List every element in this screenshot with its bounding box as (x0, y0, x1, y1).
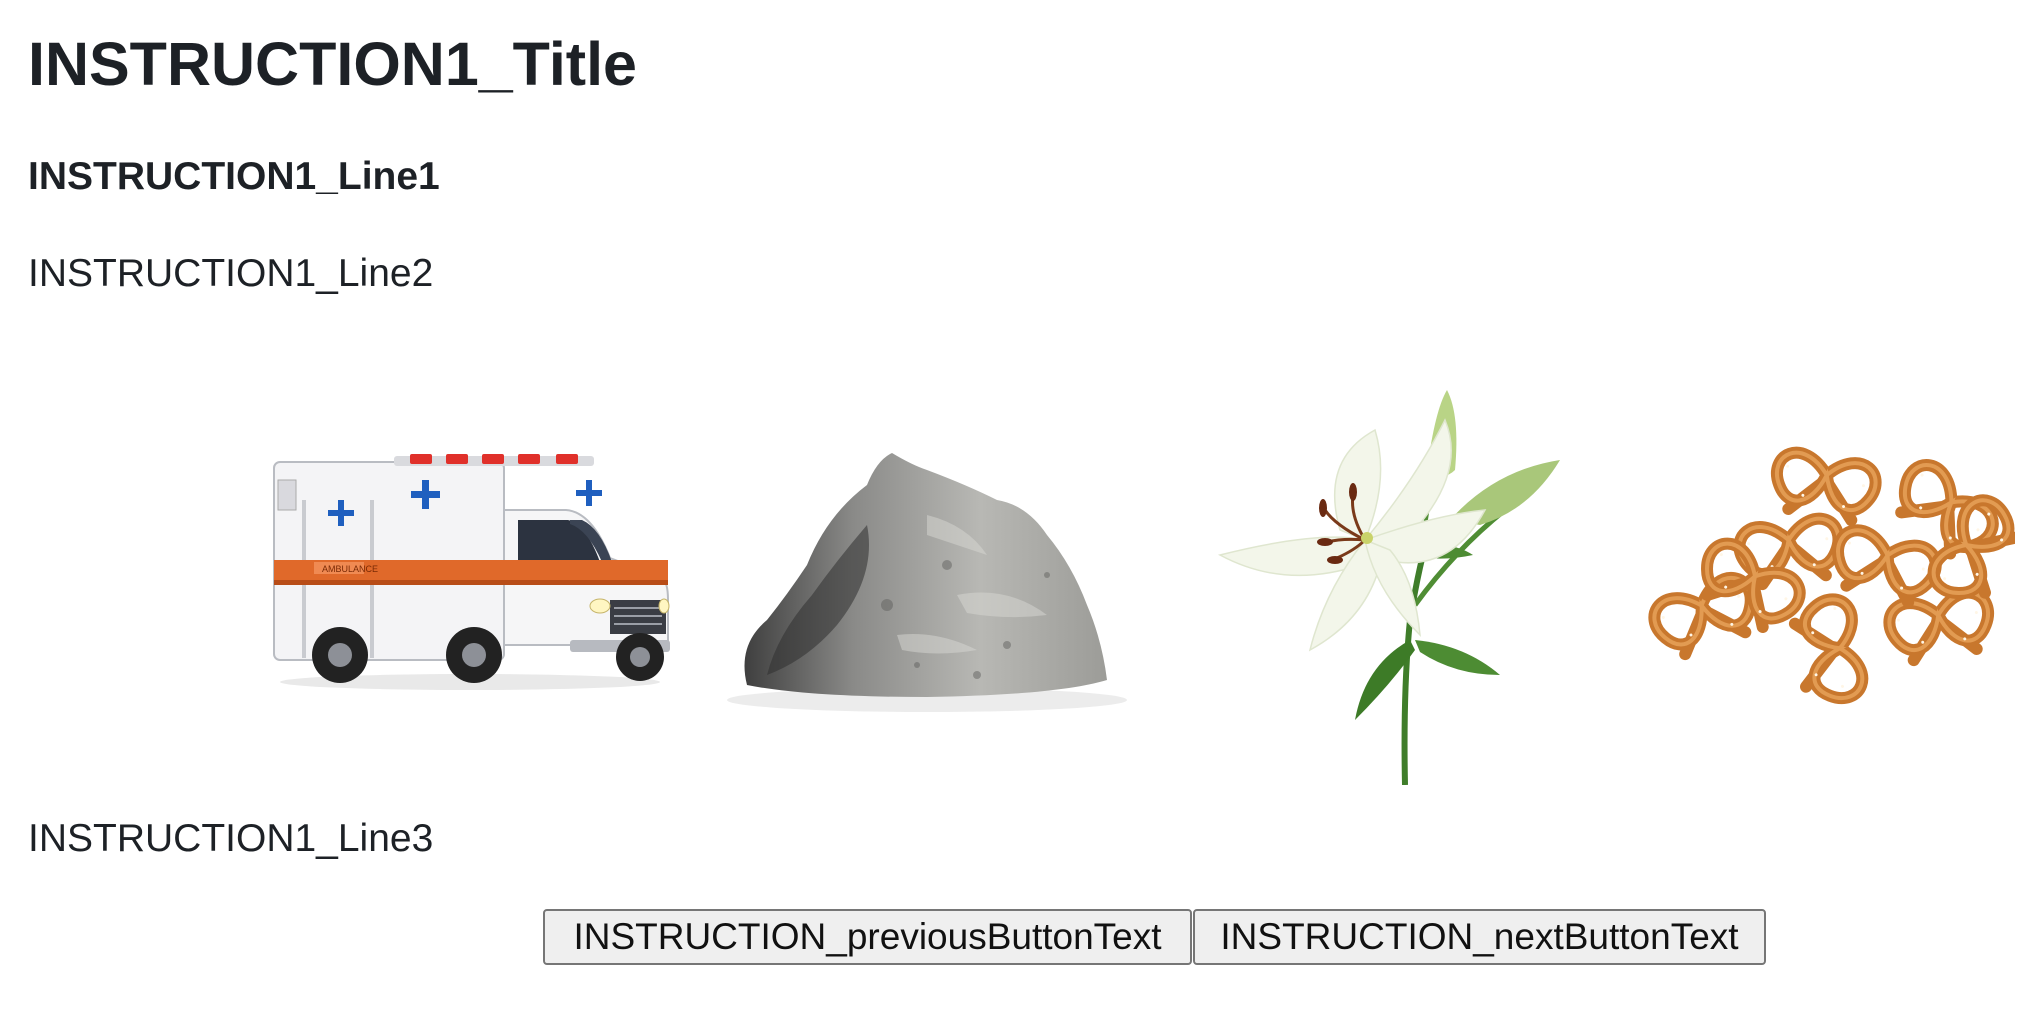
previous-button[interactable]: INSTRUCTION_previousButtonText (543, 909, 1192, 965)
instruction-line2: INSTRUCTION1_Line2 (28, 252, 434, 295)
next-button[interactable]: INSTRUCTION_nextButtonText (1193, 909, 1766, 965)
rock-image (727, 453, 1127, 712)
lily-image (1217, 390, 1560, 785)
ambulance-image: AMBULANCE (273, 454, 670, 690)
svg-text:AMBULANCE: AMBULANCE (322, 564, 378, 574)
pretzels-image (1640, 440, 2015, 710)
instruction-line3: INSTRUCTION1_Line3 (28, 817, 434, 860)
instruction-line1: INSTRUCTION1_Line1 (28, 155, 440, 198)
instruction-title: INSTRUCTION1_Title (28, 30, 637, 98)
stimulus-images: AMBULANCE (0, 380, 2034, 790)
